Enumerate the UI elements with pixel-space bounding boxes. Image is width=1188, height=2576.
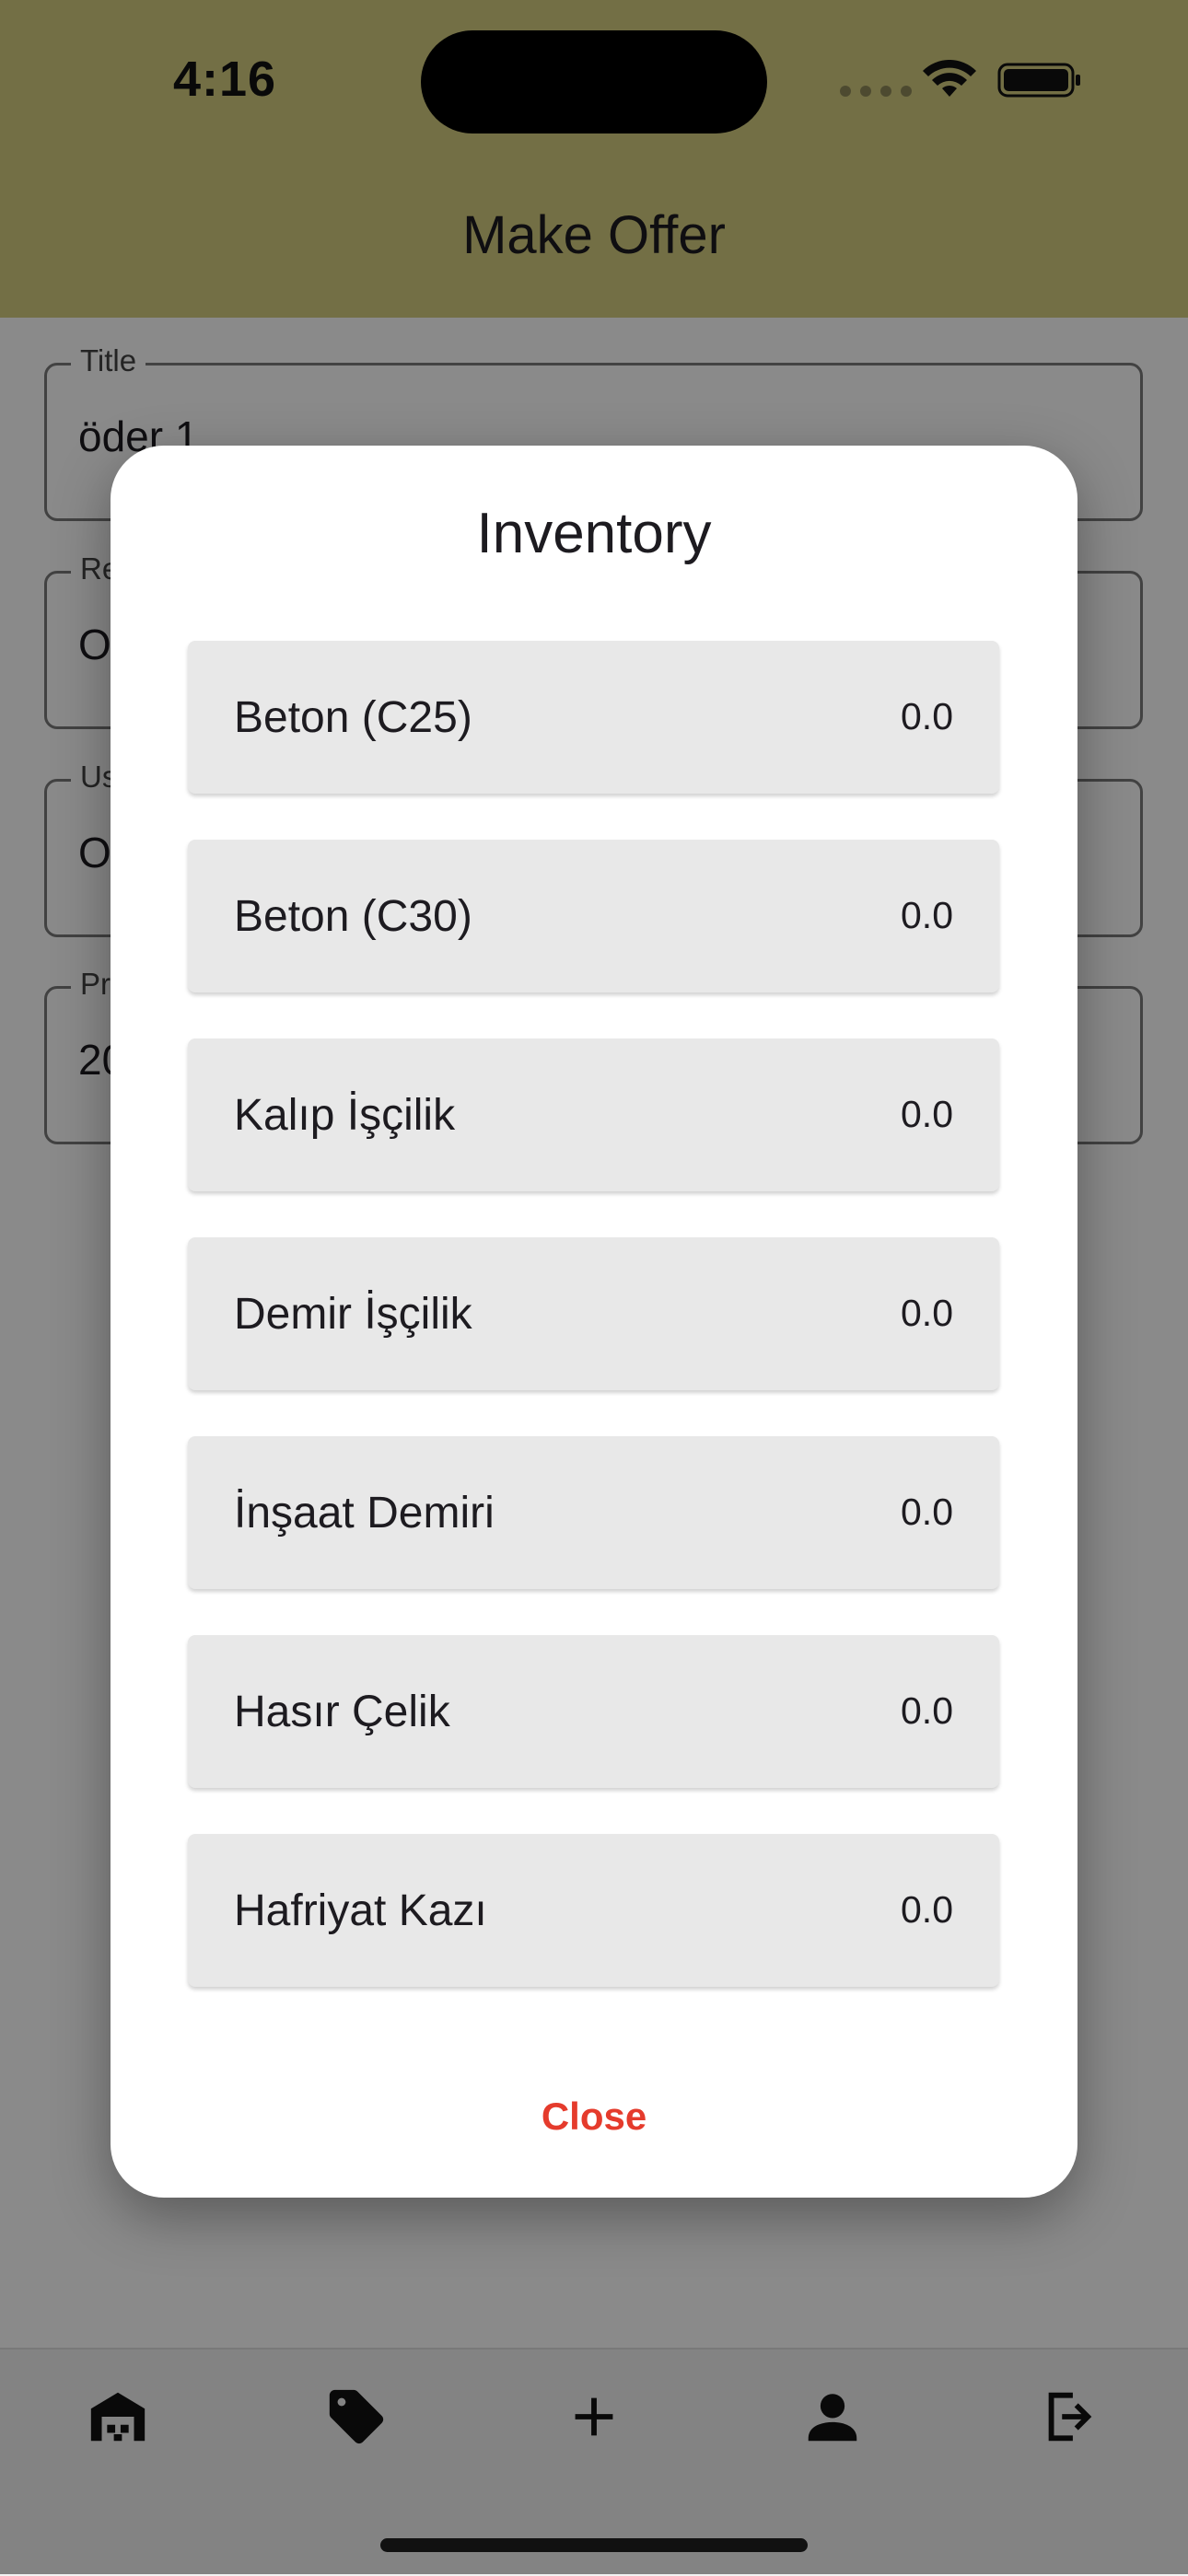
close-button[interactable]: Close [479,2084,709,2149]
inventory-item-name: Beton (C30) [234,892,472,941]
inventory-item-value: 0.0 [901,695,953,737]
inventory-item[interactable]: Kalıp İşçilik 0.0 [188,1039,999,1191]
inventory-item[interactable]: Hasır Çelik 0.0 [188,1635,999,1788]
dialog-title: Inventory [476,502,712,565]
inventory-item[interactable]: Beton (C30) 0.0 [188,840,999,992]
inventory-item-name: Demir İşçilik [234,1290,472,1339]
inventory-item-name: Hafriyat Kazı [234,1886,487,1935]
inventory-item[interactable]: Beton (C25) 0.0 [188,641,999,794]
inventory-item-value: 0.0 [901,1093,953,1135]
inventory-item-value: 0.0 [901,1888,953,1931]
inventory-item-value: 0.0 [901,1689,953,1732]
inventory-item-value: 0.0 [901,894,953,936]
inventory-item[interactable]: Hafriyat Kazı 0.0 [188,1834,999,1987]
inventory-dialog: Inventory Beton (C25) 0.0 Beton (C30) 0.… [111,446,1077,2198]
inventory-item-value: 0.0 [901,1491,953,1533]
inventory-item-name: İnşaat Demiri [234,1489,495,1537]
inventory-item[interactable]: İnşaat Demiri 0.0 [188,1436,999,1589]
inventory-item-name: Kalıp İşçilik [234,1091,456,1140]
inventory-item-name: Beton (C25) [234,693,472,742]
inventory-item[interactable]: Demir İşçilik 0.0 [188,1237,999,1390]
inventory-item-name: Hasır Çelik [234,1688,450,1736]
inventory-item-value: 0.0 [901,1292,953,1334]
home-indicator [380,2538,808,2552]
